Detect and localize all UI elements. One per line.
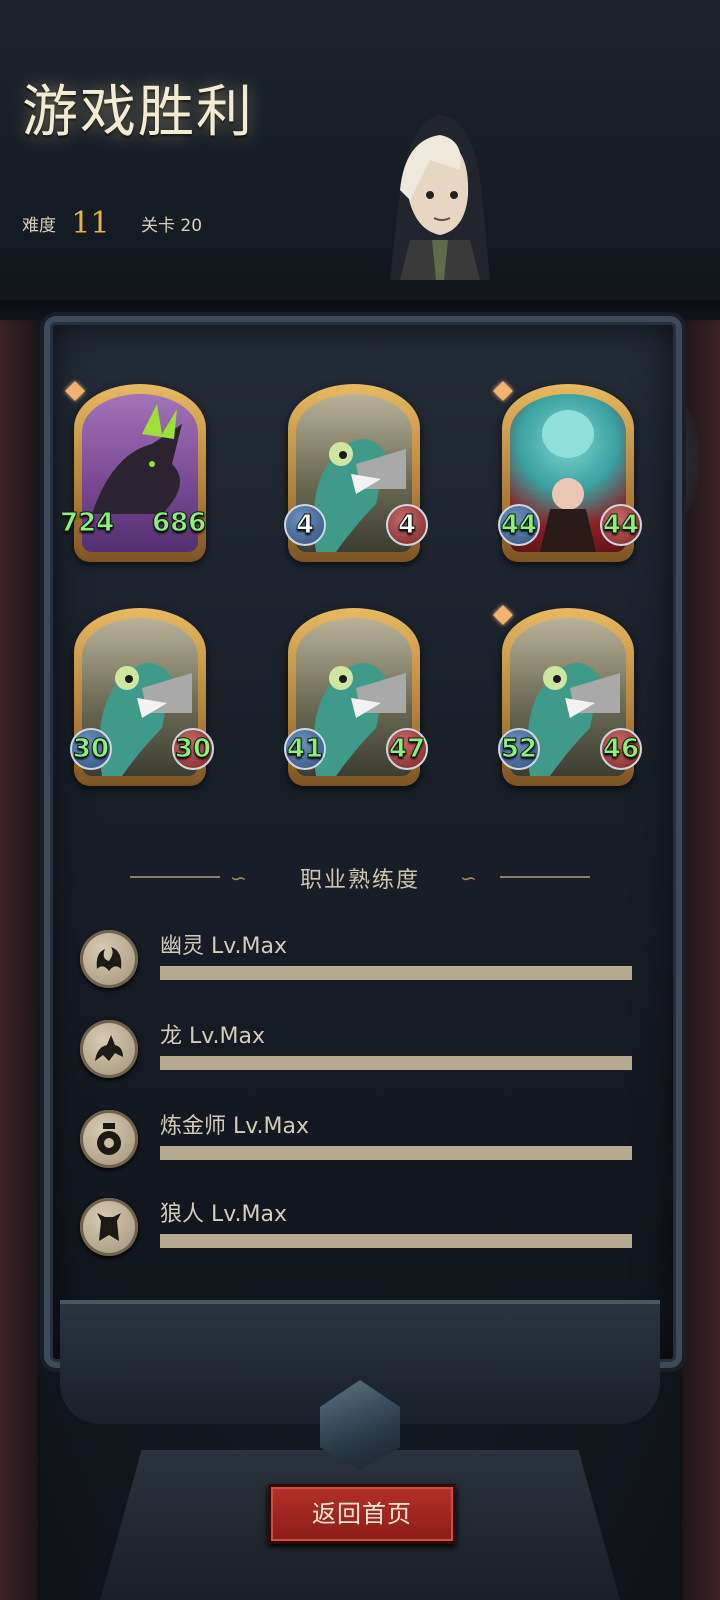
mastery-bar-dragon [160, 1056, 632, 1070]
card-4-health: 30 [172, 728, 214, 770]
card-2-attack: 4 [284, 504, 326, 546]
mastery-row-alchemist: 炼金师 Lv.Max [80, 1110, 640, 1180]
mastery-label-werewolf: 狼人 Lv.Max [160, 1202, 288, 1227]
difficulty-value: 11 [71, 206, 110, 241]
page-title: 游戏胜利 [22, 80, 254, 145]
card-3-health: 44 [600, 504, 642, 546]
card-1-health: 686 [151, 508, 207, 539]
team-card-5[interactable]: 41 47 [284, 608, 428, 786]
return-home-button[interactable]: 返回首页 [268, 1484, 456, 1544]
team-card-4[interactable]: 30 30 [70, 608, 214, 786]
card-2-health: 4 [386, 504, 428, 546]
mastery-row-ghost: 幽灵 Lv.Max [80, 930, 640, 1000]
mastery-bar-alchemist [160, 1146, 632, 1160]
hooded-hero-portrait [390, 115, 490, 280]
mastery-label-alchemist: 炼金师 Lv.Max [160, 1114, 310, 1139]
mastery-row-werewolf: 狼人 Lv.Max [80, 1198, 640, 1268]
card-1-attack: 724 [59, 508, 115, 539]
card-5-health: 47 [386, 728, 428, 770]
werewolf-class-icon [80, 1198, 138, 1256]
card-5-attack: 41 [284, 728, 326, 770]
card-6-health: 46 [600, 728, 642, 770]
team-card-2[interactable]: 4 4 [284, 384, 428, 562]
mastery-label-ghost: 幽灵 Lv.Max [160, 934, 288, 959]
team-card-3[interactable]: 44 44 [493, 381, 642, 562]
difficulty-stage-row: 难度 11 关卡 20 [22, 206, 202, 241]
left-pillar-decoration [0, 320, 38, 1600]
section-divider-right [500, 876, 590, 878]
card-4-attack: 30 [70, 728, 112, 770]
ghost-class-icon [80, 930, 138, 988]
mastery-section-title: 职业熟练度 [299, 868, 420, 893]
mastery-bar-werewolf [160, 1234, 632, 1248]
difficulty-label: 难度 [22, 216, 56, 236]
mastery-label-dragon: 龙 Lv.Max [160, 1024, 266, 1049]
alchemist-class-icon [80, 1110, 138, 1168]
mastery-row-dragon: 龙 Lv.Max [80, 1020, 640, 1090]
swirl-icon: ∽ [460, 866, 477, 890]
stage-label: 关卡 20 [141, 216, 203, 236]
header-band [0, 0, 720, 320]
card-6-attack: 52 [498, 728, 540, 770]
team-card-6[interactable]: 52 46 [493, 605, 642, 786]
team-card-1[interactable]: 724 686 [59, 381, 207, 562]
card-3-attack: 44 [498, 504, 540, 546]
mastery-bar-ghost [160, 966, 632, 980]
dragon-class-icon [80, 1020, 138, 1078]
